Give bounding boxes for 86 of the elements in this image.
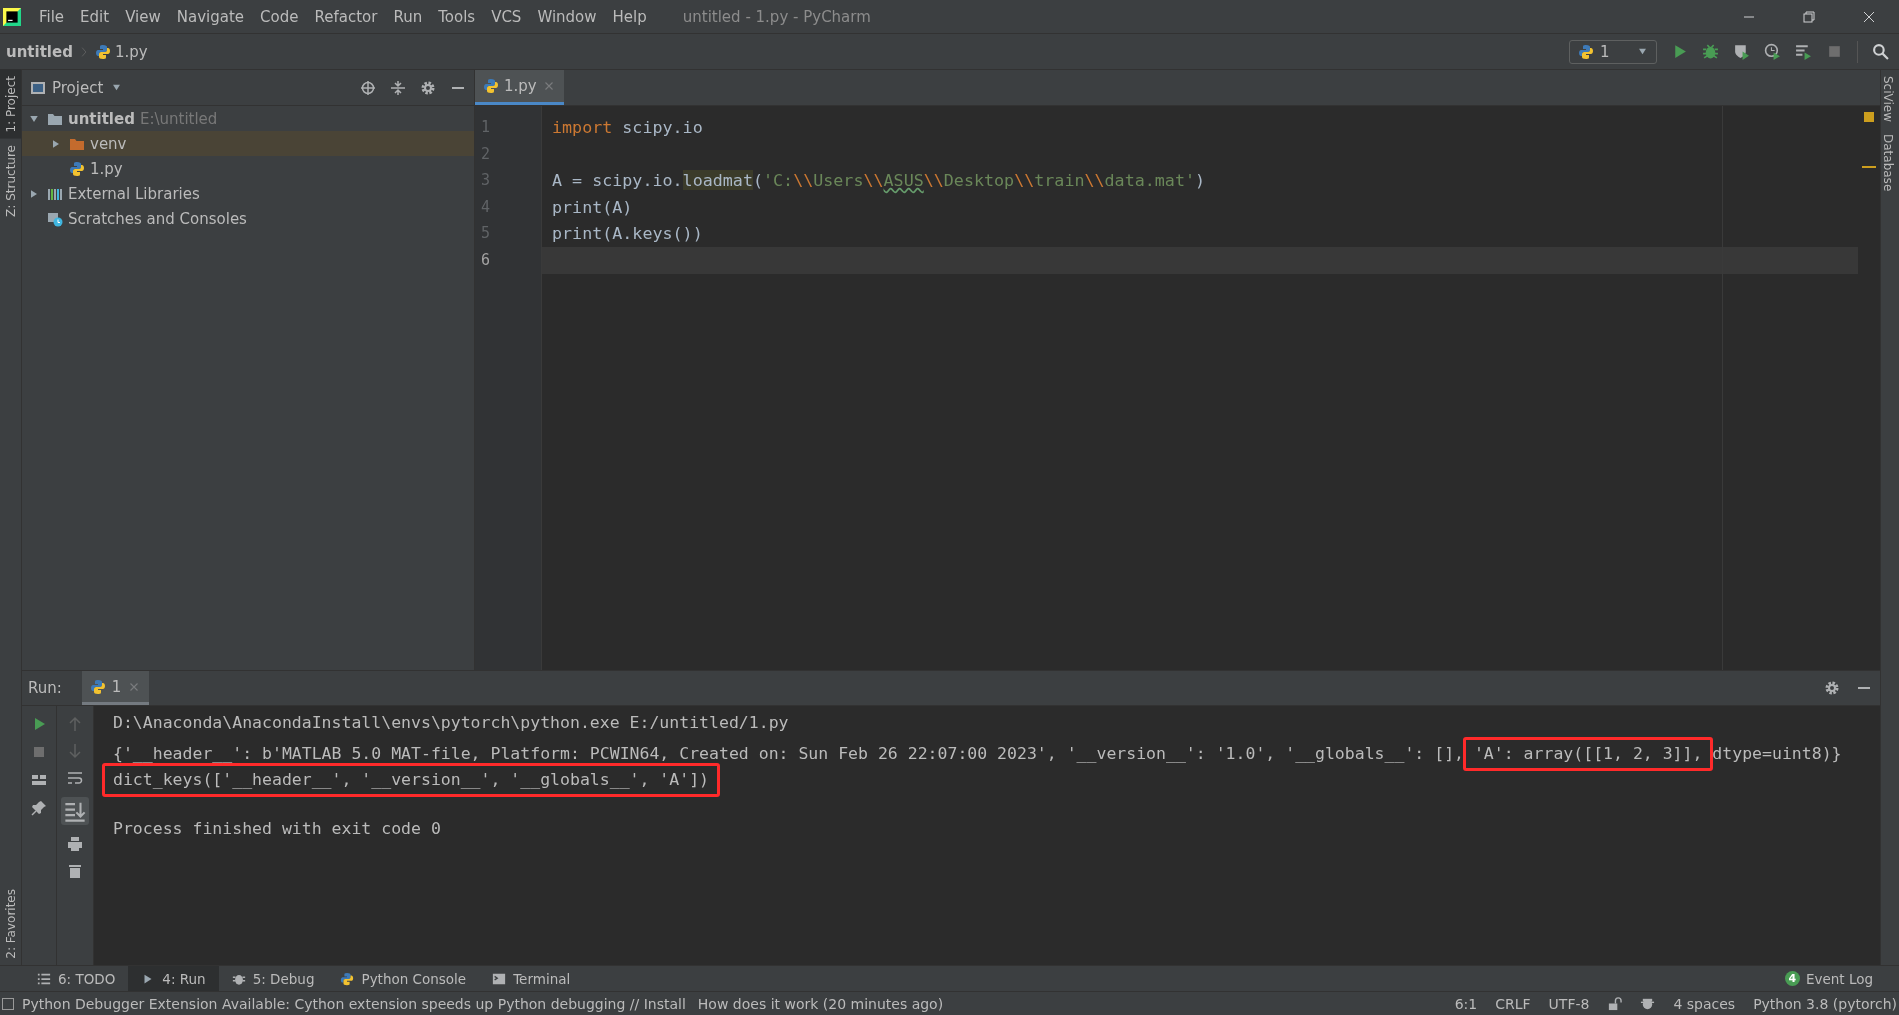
- concurrency-icon[interactable]: [1795, 43, 1812, 60]
- menu-item[interactable]: Code: [252, 3, 307, 30]
- run-panel-title: Run:: [28, 679, 62, 697]
- event-log-tab[interactable]: Event Log: [1805, 970, 1873, 987]
- menu-item[interactable]: VCS: [483, 3, 530, 30]
- pin-icon[interactable]: [31, 800, 47, 816]
- breadcrumb-item[interactable]: 1.py: [114, 42, 148, 61]
- status-item[interactable]: 6:1: [1454, 995, 1478, 1012]
- scratches-icon: [47, 210, 63, 227]
- print-icon[interactable]: [67, 836, 83, 852]
- python-icon: [89, 678, 106, 695]
- inspector-icon[interactable]: [1640, 996, 1656, 1011]
- python-icon: [340, 971, 355, 986]
- trash-icon[interactable]: [67, 863, 83, 879]
- terminal-icon: [492, 971, 507, 986]
- menu-item[interactable]: Refactor: [306, 3, 386, 30]
- tool-window-tab[interactable]: Z: Structure: [0, 138, 21, 223]
- scroll-to-end-icon[interactable]: [61, 797, 89, 825]
- code-line: print(A): [551, 195, 634, 219]
- run-configuration-dropdown[interactable]: 1: [1569, 39, 1657, 64]
- console-output: D:\Anaconda\AnacondaInstall\envs\pytorch\python.exe E:/untitled/1.py: [113, 713, 789, 732]
- settings-icon[interactable]: [420, 79, 436, 96]
- soft-wrap-icon[interactable]: [67, 770, 83, 786]
- menu-item[interactable]: Window: [529, 3, 605, 30]
- status-item[interactable]: 4 spaces: [1673, 995, 1736, 1012]
- project-view-dropdown[interactable]: Project: [52, 78, 123, 97]
- highlighted-output: 'A': array([[1, 2, 3]],: [1462, 736, 1714, 771]
- highlighted-output: dict_keys(['__header__', '__version__', '__globals__', 'A']): [102, 763, 721, 797]
- tree-item[interactable]: Scratches and Consoles: [22, 206, 474, 231]
- notification-count-badge: 4: [1784, 971, 1800, 986]
- tree-item[interactable]: External Libraries: [22, 181, 474, 206]
- lock-icon[interactable]: [1607, 996, 1623, 1011]
- tree-item[interactable]: untitled E:\untitled: [22, 106, 474, 131]
- menu-item[interactable]: Help: [604, 3, 655, 30]
- menu-item[interactable]: View: [117, 3, 169, 30]
- code-line: A = scipy.io.loadmat('C:\\Users\\ASUS\\Desktop\\train\\data.mat'): [551, 169, 1207, 193]
- collapse-all-icon[interactable]: [390, 79, 406, 96]
- menu-item[interactable]: Tools: [430, 3, 484, 30]
- status-message: Python Debugger Extension Available: Cython extension speeds up Python debugging // Install: [22, 995, 686, 1012]
- python-file-icon: [69, 160, 85, 177]
- breadcrumb-item[interactable]: untitled: [6, 42, 73, 61]
- debug-icon[interactable]: [1702, 43, 1719, 60]
- status-item[interactable]: CRLF: [1495, 995, 1531, 1012]
- tool-window-tab[interactable]: 4: Run: [128, 966, 219, 991]
- tree-item[interactable]: 1.py: [22, 156, 474, 181]
- python-file-icon: [94, 43, 111, 60]
- settings-icon[interactable]: [1824, 680, 1840, 696]
- panel-icon: [30, 79, 46, 96]
- tool-window-tab[interactable]: Python Console: [327, 966, 480, 991]
- status-link[interactable]: How does it work (20 minutes ago): [697, 995, 944, 1012]
- tool-window-tab[interactable]: 5: Debug: [218, 966, 328, 991]
- tree-item[interactable]: venv: [22, 131, 474, 156]
- caret-icon: [1637, 46, 1648, 57]
- console-output: Process finished with exit code 0: [113, 819, 441, 838]
- menu-item[interactable]: File: [31, 3, 73, 30]
- python-file-icon: [483, 78, 499, 94]
- file-tab[interactable]: 1.py: [475, 70, 564, 105]
- tool-window-tab[interactable]: 6: TODO: [24, 966, 129, 991]
- code-line: print(A.keys()): [551, 222, 704, 246]
- tool-window-tab[interactable]: SciView: [1881, 70, 1899, 129]
- window-title: untitled - 1.py - PyCharm: [682, 7, 871, 26]
- warning-marker[interactable]: [1864, 112, 1874, 122]
- tool-window-tab[interactable]: 1: Project: [0, 70, 21, 139]
- console-output: dtype=uint8)}: [1711, 743, 1842, 763]
- pycharm-logo-icon[interactable]: [3, 7, 21, 26]
- status-item[interactable]: UTF-8: [1548, 995, 1590, 1012]
- menu-item[interactable]: Edit: [72, 3, 118, 30]
- menu-item[interactable]: Navigate: [168, 3, 253, 30]
- tool-window-tab[interactable]: Terminal: [479, 966, 584, 991]
- list-icon: [37, 971, 51, 986]
- restore-icon[interactable]: [1801, 8, 1817, 25]
- line-number: 6: [480, 249, 492, 271]
- checkbox-icon[interactable]: [2, 997, 14, 1010]
- tool-window-tab[interactable]: Database: [1881, 128, 1899, 198]
- coverage-icon[interactable]: [1733, 43, 1750, 60]
- python-icon: [1578, 43, 1594, 60]
- menu-item[interactable]: Run: [385, 3, 431, 30]
- run-tab[interactable]: 1: [81, 671, 150, 705]
- layout-icon[interactable]: [31, 772, 47, 788]
- locate-icon[interactable]: [360, 79, 376, 96]
- profile-icon[interactable]: [1764, 43, 1781, 60]
- status-item[interactable]: Python 3.8 (pytorch): [1753, 995, 1897, 1012]
- console-output: {'__header__': b'MATLAB 5.0 MAT-file, Platform: PCWIN64, Created on: Sun Feb 26 22:07:00 2023', '__version__': '1.0', '__globals__': [],: [113, 743, 1465, 763]
- tool-window-tab[interactable]: 2: Favorites: [0, 883, 21, 965]
- search-icon[interactable]: [1872, 43, 1889, 60]
- code-line: import scipy.io: [551, 116, 704, 139]
